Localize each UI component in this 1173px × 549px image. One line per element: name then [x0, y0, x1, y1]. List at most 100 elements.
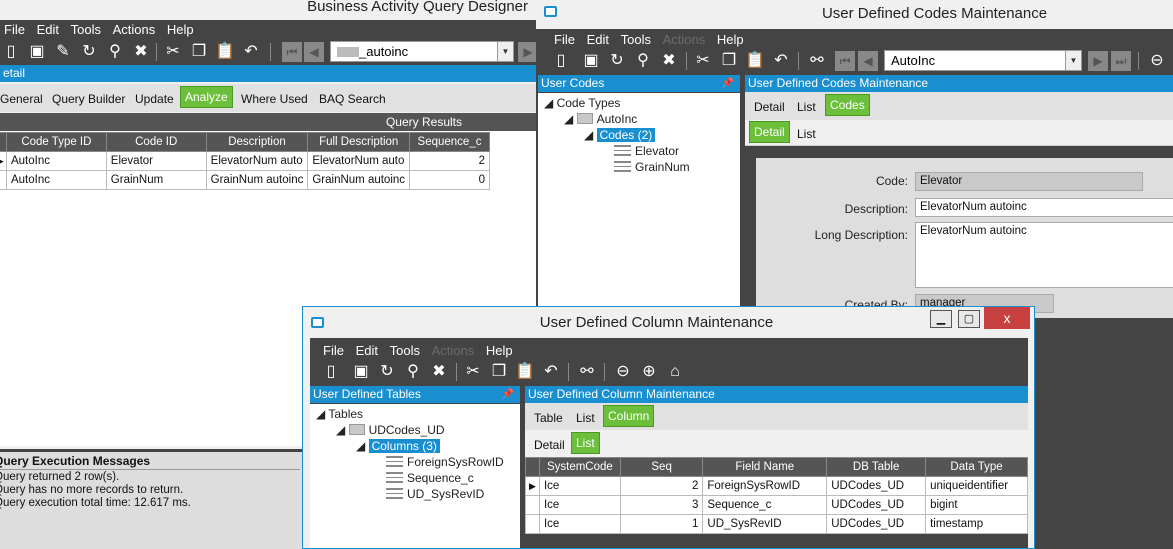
tree-node-foreignsysrowid[interactable]: ForeignSysRowID — [386, 455, 504, 470]
tree-node-ud-sysrevid[interactable]: UD_SysRevID — [386, 487, 484, 502]
copy-icon[interactable]: ❐ — [188, 41, 210, 63]
tab-detail[interactable]: Detail — [754, 97, 785, 117]
menu-tools[interactable]: Tools — [390, 343, 420, 358]
tree-node-codes[interactable]: ◢ Codes (2) — [584, 128, 656, 143]
menu-help[interactable]: Help — [717, 32, 744, 47]
refresh-icon[interactable]: ↻ — [78, 41, 100, 63]
refresh-icon[interactable]: ↻ — [606, 50, 628, 72]
minimize-button[interactable]: ▁ — [930, 310, 952, 328]
col-systemcode[interactable]: SystemCode — [538, 457, 621, 477]
code-type-combo[interactable]: AutoInc ▼ — [884, 50, 1082, 71]
tab-list[interactable]: List — [797, 97, 816, 117]
menu-tools[interactable]: Tools — [71, 22, 101, 37]
cell[interactable]: GrainNum — [105, 170, 207, 190]
save-icon[interactable]: ▣ — [26, 41, 48, 63]
menu-edit[interactable]: Edit — [37, 22, 59, 37]
menu-tools[interactable]: Tools — [621, 32, 651, 47]
col-seq[interactable]: Seq — [619, 457, 704, 477]
table-row[interactable]: ▸ AutoInc Elevator ElevatorNum auto Elev… — [0, 151, 490, 171]
cut-icon[interactable]: ✂ — [162, 41, 184, 63]
tree-node-autoinc[interactable]: ◢ AutoInc — [564, 112, 637, 127]
paste-icon[interactable]: 📋 — [514, 361, 536, 383]
tab-column[interactable]: Column — [603, 405, 655, 427]
clear-icon[interactable]: ⚲ — [402, 361, 424, 383]
binoculars-icon[interactable]: ⚯ — [806, 50, 828, 72]
back-arrow-icon[interactable]: ⊖ — [612, 361, 634, 383]
tab-query-builder[interactable]: Query Builder — [52, 89, 125, 109]
subtab-detail[interactable]: Detail — [534, 435, 565, 455]
delete-icon[interactable]: ✖ — [428, 361, 450, 383]
tree-node-grainnum[interactable]: GrainNum — [614, 160, 690, 175]
col-sequence[interactable]: Sequence_c — [409, 132, 490, 152]
prev-record-icon[interactable]: ◀ — [304, 42, 324, 62]
delete-icon[interactable]: ✖ — [658, 50, 680, 72]
paste-icon[interactable]: 📋 — [744, 50, 766, 72]
menu-help[interactable]: Help — [486, 343, 513, 358]
baq-id-combo[interactable]: _autoinc ▼ — [330, 41, 514, 62]
tab-update[interactable]: Update — [135, 89, 174, 109]
paste-icon[interactable]: 📋 — [214, 41, 236, 63]
eraser-icon[interactable]: ✎ — [52, 41, 74, 63]
cell[interactable]: AutoInc — [5, 151, 107, 171]
cell[interactable]: 2 — [409, 151, 490, 171]
description-field[interactable]: ElevatorNum autoinc — [915, 198, 1173, 217]
menu-actions[interactable]: Actions — [113, 22, 156, 37]
menu-file[interactable]: File — [323, 343, 344, 358]
first-record-icon[interactable]: ⏮ — [835, 51, 855, 71]
last-record-icon[interactable]: ⏭ — [1111, 51, 1131, 71]
maximize-button[interactable]: ▢ — [958, 310, 980, 328]
col-description[interactable]: Description — [205, 132, 309, 152]
subtab-list[interactable]: List — [571, 432, 600, 454]
undo-icon[interactable]: ↶ — [770, 50, 792, 72]
copy-icon[interactable]: ❐ — [718, 50, 740, 72]
cell[interactable]: uniqueidentifier — [925, 476, 1028, 496]
cell[interactable]: 0 — [409, 170, 490, 190]
subtab-list[interactable]: List — [797, 124, 816, 144]
tab-baq-search[interactable]: BAQ Search — [319, 89, 386, 109]
cell[interactable]: UDCodes_UD — [826, 495, 927, 515]
cell[interactable]: timestamp — [925, 514, 1028, 534]
undo-icon[interactable]: ↶ — [240, 41, 262, 63]
save-icon[interactable]: ▣ — [350, 361, 372, 383]
cell[interactable]: GrainNum autoinc — [205, 170, 309, 190]
cut-icon[interactable]: ✂ — [692, 50, 714, 72]
cell[interactable]: 1 — [619, 514, 704, 534]
close-button[interactable]: x — [984, 307, 1030, 329]
cell[interactable]: Elevator — [105, 151, 207, 171]
pin-icon[interactable]: 📌 — [502, 386, 514, 403]
next-record-icon[interactable]: ▶ — [1088, 51, 1108, 71]
col-code-id[interactable]: Code ID — [105, 132, 207, 152]
next-record-icon[interactable]: ▶ — [518, 42, 536, 62]
clear-icon[interactable]: ⚲ — [632, 50, 654, 72]
tree-node-tables[interactable]: ◢ Tables — [316, 407, 363, 422]
cell[interactable]: 2 — [619, 476, 704, 496]
home-icon[interactable]: ⌂ — [664, 361, 686, 383]
menu-file[interactable]: File — [554, 32, 575, 47]
first-record-icon[interactable]: ⏮ — [282, 42, 302, 62]
clear-icon[interactable]: ⚲ — [104, 41, 126, 63]
tree-node-columns[interactable]: ◢ Columns (3) — [356, 439, 440, 454]
cell[interactable]: UDCodes_UD — [826, 514, 927, 534]
cell[interactable]: Ice — [538, 514, 621, 534]
tree-node-elevator[interactable]: Elevator — [614, 144, 679, 159]
table-row[interactable]: ▶ Ice 2 ForeignSysRowID UDCodes_UD uniqu… — [525, 476, 1028, 496]
refresh-icon[interactable]: ↻ — [376, 361, 398, 383]
new-icon[interactable]: ▯ — [550, 50, 572, 72]
cell[interactable]: GrainNum autoinc — [307, 170, 411, 190]
cell[interactable]: Ice — [538, 495, 621, 515]
cell[interactable]: UD_SysRevID — [702, 514, 828, 534]
table-row[interactable]: AutoInc GrainNum GrainNum autoinc GrainN… — [0, 170, 490, 190]
save-icon[interactable]: ▣ — [580, 50, 602, 72]
forward-arrow-icon[interactable]: ⊕ — [638, 361, 660, 383]
col-full-description[interactable]: Full Description — [307, 132, 411, 152]
chevron-down-icon[interactable]: ▼ — [1065, 51, 1081, 70]
cell[interactable]: ElevatorNum auto — [307, 151, 411, 171]
tab-table[interactable]: Table — [534, 408, 563, 428]
col-code-type-id[interactable]: Code Type ID — [5, 132, 107, 152]
cut-icon[interactable]: ✂ — [462, 361, 484, 383]
tab-codes[interactable]: Codes — [825, 94, 870, 116]
cell[interactable]: ForeignSysRowID — [702, 476, 828, 496]
tree-node-udcodes-ud[interactable]: ◢ UDCodes_UD — [336, 423, 445, 438]
cell[interactable]: 3 — [619, 495, 704, 515]
new-icon[interactable]: ▯ — [320, 361, 342, 383]
